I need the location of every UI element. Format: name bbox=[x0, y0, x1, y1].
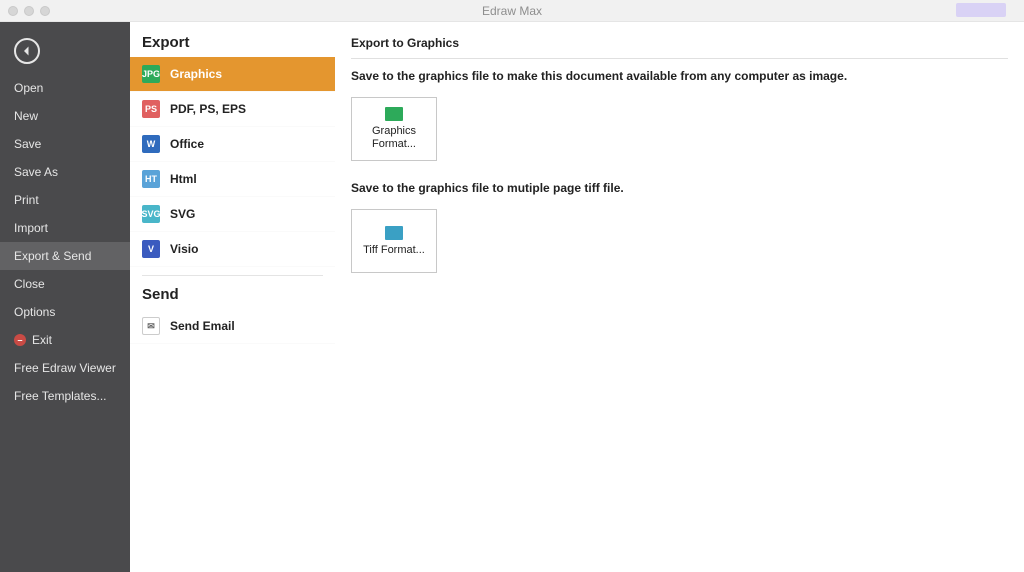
send-option-email[interactable]: ✉ Send Email bbox=[130, 309, 335, 344]
html-icon: HT bbox=[142, 170, 160, 188]
sidebar-item-label: Print bbox=[14, 186, 39, 214]
sidebar-item-new[interactable]: New bbox=[0, 102, 130, 130]
export-option-office[interactable]: W Office bbox=[130, 127, 335, 162]
accent-bar bbox=[956, 3, 1006, 17]
export-option-pdf[interactable]: PS PDF, PS, EPS bbox=[130, 92, 335, 127]
content-desc-1: Save to the graphics file to make this d… bbox=[351, 69, 1008, 83]
export-option-svg[interactable]: SVG SVG bbox=[130, 197, 335, 232]
content-desc-2: Save to the graphics file to mutiple pag… bbox=[351, 181, 1008, 195]
send-option-label: Send Email bbox=[170, 319, 235, 333]
word-icon: W bbox=[142, 135, 160, 153]
titlebar: Edraw Max bbox=[0, 0, 1024, 22]
sidebar-item-label: Close bbox=[14, 270, 45, 298]
export-option-graphics[interactable]: JPG Graphics bbox=[130, 57, 335, 92]
close-window-icon[interactable] bbox=[8, 6, 18, 16]
sidebar-item-close[interactable]: Close bbox=[0, 270, 130, 298]
sidebar-item-label: Save bbox=[14, 130, 41, 158]
sidebar-item-import[interactable]: Import bbox=[0, 214, 130, 242]
jpg-file-icon bbox=[385, 107, 403, 121]
sidebar-item-label: Free Templates... bbox=[14, 382, 106, 410]
file-menu-sidebar: Open New Save Save As Print Import Expor… bbox=[0, 22, 130, 572]
export-option-label: Visio bbox=[170, 242, 198, 256]
svg-icon: SVG bbox=[142, 205, 160, 223]
sidebar-item-label: Save As bbox=[14, 158, 58, 186]
send-section-title: Send bbox=[130, 286, 335, 309]
export-send-column: Export JPG Graphics PS PDF, PS, EPS W Of… bbox=[130, 22, 335, 572]
sidebar-item-print[interactable]: Print bbox=[0, 186, 130, 214]
visio-icon: V bbox=[142, 240, 160, 258]
content-pane: Export to Graphics Save to the graphics … bbox=[335, 22, 1024, 572]
export-section-title: Export bbox=[130, 34, 335, 57]
card-label: Tiff Format... bbox=[363, 244, 425, 257]
back-arrow-icon bbox=[21, 45, 33, 57]
graphics-format-card[interactable]: Graphics Format... bbox=[351, 97, 437, 161]
app-body: Open New Save Save As Print Import Expor… bbox=[0, 22, 1024, 572]
sidebar-item-label: Open bbox=[14, 74, 43, 102]
content-title: Export to Graphics bbox=[351, 36, 1008, 59]
sidebar-item-save-as[interactable]: Save As bbox=[0, 158, 130, 186]
jpg-icon: JPG bbox=[142, 65, 160, 83]
sidebar-item-save[interactable]: Save bbox=[0, 130, 130, 158]
export-option-label: PDF, PS, EPS bbox=[170, 102, 246, 116]
export-option-label: SVG bbox=[170, 207, 195, 221]
section-divider bbox=[142, 275, 323, 276]
sidebar-item-free-templates[interactable]: Free Templates... bbox=[0, 382, 130, 410]
sidebar-item-open[interactable]: Open bbox=[0, 74, 130, 102]
sidebar-item-label: Free Edraw Viewer bbox=[14, 354, 116, 382]
exit-icon: – bbox=[14, 334, 26, 346]
export-option-label: Graphics bbox=[170, 67, 222, 81]
window-title: Edraw Max bbox=[0, 4, 1024, 18]
export-option-label: Office bbox=[170, 137, 204, 151]
export-option-html[interactable]: HT Html bbox=[130, 162, 335, 197]
pdf-icon: PS bbox=[142, 100, 160, 118]
sidebar-item-label: Export & Send bbox=[14, 242, 91, 270]
export-option-visio[interactable]: V Visio bbox=[130, 232, 335, 267]
back-button[interactable] bbox=[14, 38, 40, 64]
sidebar-item-label: New bbox=[14, 102, 38, 130]
sidebar-item-label: Options bbox=[14, 298, 55, 326]
sidebar-item-free-viewer[interactable]: Free Edraw Viewer bbox=[0, 354, 130, 382]
sidebar-item-options[interactable]: Options bbox=[0, 298, 130, 326]
card-label: Graphics Format... bbox=[352, 125, 436, 150]
tiff-format-card[interactable]: Tiff Format... bbox=[351, 209, 437, 273]
zoom-window-icon[interactable] bbox=[40, 6, 50, 16]
email-icon: ✉ bbox=[142, 317, 160, 335]
window-controls bbox=[0, 6, 50, 16]
sidebar-item-exit[interactable]: – Exit bbox=[0, 326, 130, 354]
export-option-label: Html bbox=[170, 172, 197, 186]
sidebar-item-label: Import bbox=[14, 214, 48, 242]
sidebar-item-label: Exit bbox=[32, 326, 52, 354]
minimize-window-icon[interactable] bbox=[24, 6, 34, 16]
sidebar-item-export-send[interactable]: Export & Send bbox=[0, 242, 130, 270]
tiff-file-icon bbox=[385, 226, 403, 240]
